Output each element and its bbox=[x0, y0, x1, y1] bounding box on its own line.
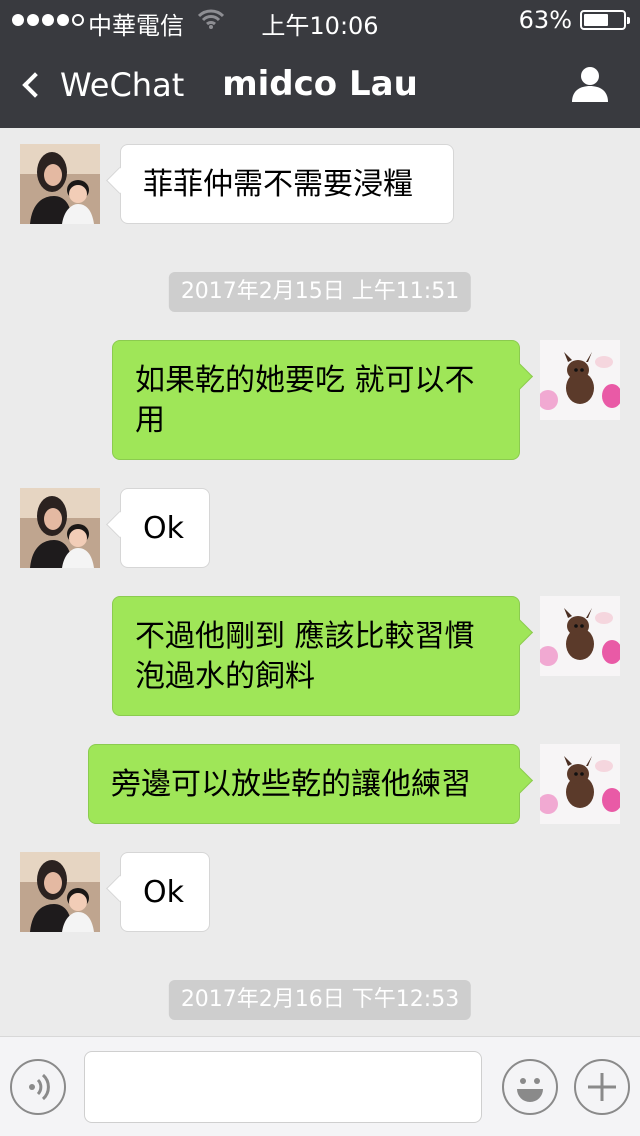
my-avatar[interactable] bbox=[540, 340, 620, 420]
message-text: 如果乾的她要吃 就可以不用 bbox=[135, 363, 475, 438]
voice-button[interactable] bbox=[10, 1059, 66, 1115]
input-bar bbox=[0, 1036, 640, 1136]
voice-icon bbox=[29, 1073, 50, 1101]
message-text: 不過他剛到 應該比較習慣泡過水的飼料 bbox=[135, 619, 475, 694]
message-text: 菲菲仲需不需要浸糧 bbox=[143, 167, 413, 202]
status-bar: 中華電信 上午10:06 63% bbox=[0, 0, 640, 40]
plus-icon bbox=[588, 1073, 616, 1101]
message-bubble-outgoing[interactable]: 不過他剛到 應該比較習慣泡過水的飼料 bbox=[112, 596, 520, 716]
message-text: Ok bbox=[143, 875, 184, 910]
my-avatar[interactable] bbox=[540, 596, 620, 676]
top-bar: 中華電信 上午10:06 63% WeChat midco Lau bbox=[0, 0, 640, 128]
contact-avatar[interactable] bbox=[20, 144, 100, 224]
emoji-icon bbox=[517, 1078, 543, 1102]
my-avatar[interactable] bbox=[540, 744, 620, 824]
timestamp: 2017年2月15日 上午11:51 bbox=[168, 272, 472, 312]
message-input[interactable] bbox=[84, 1051, 482, 1123]
message-bubble-incoming[interactable]: Ok bbox=[120, 852, 210, 932]
timestamp: 2017年2月16日 下午12:53 bbox=[168, 980, 472, 1020]
battery-percent: 63% bbox=[518, 6, 572, 34]
message-bubble-outgoing[interactable]: 旁邊可以放些乾的讓他練習 bbox=[88, 744, 520, 824]
battery-icon bbox=[580, 10, 630, 30]
emoji-button[interactable] bbox=[502, 1059, 558, 1115]
message-text: 旁邊可以放些乾的讓他練習 bbox=[111, 767, 471, 802]
message-bubble-incoming[interactable]: Ok bbox=[120, 488, 210, 568]
profile-icon[interactable] bbox=[570, 64, 610, 104]
contact-avatar[interactable] bbox=[20, 488, 100, 568]
more-button[interactable] bbox=[574, 1059, 630, 1115]
message-bubble-incoming[interactable]: 菲菲仲需不需要浸糧 bbox=[120, 144, 454, 224]
contact-avatar[interactable] bbox=[20, 852, 100, 932]
message-text: Ok bbox=[143, 511, 184, 546]
chat-title: midco Lau bbox=[222, 64, 418, 104]
message-bubble-outgoing[interactable]: 如果乾的她要吃 就可以不用 bbox=[112, 340, 520, 460]
